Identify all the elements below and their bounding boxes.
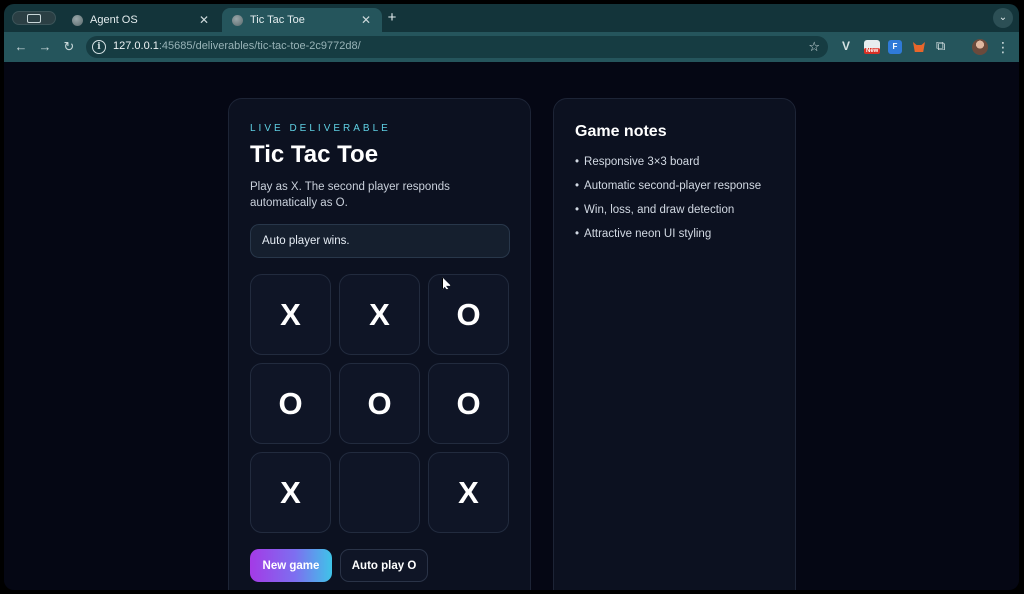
board-cell-5[interactable]: O: [339, 363, 420, 444]
tab-label: Tic Tac Toe: [250, 14, 305, 26]
game-description: Play as X. The second player responds au…: [250, 181, 450, 209]
board-cell-8[interactable]: [339, 452, 420, 533]
close-icon[interactable]: ✕: [360, 13, 372, 27]
menu-kebab-icon[interactable]: ⋮: [996, 39, 1010, 55]
bullet-icon: •: [575, 228, 580, 240]
list-item: • Responsive 3×3 board: [575, 155, 761, 179]
tab-label: Agent OS: [90, 14, 138, 26]
board-cell-9[interactable]: X: [428, 452, 509, 533]
new-badge: New: [864, 48, 881, 54]
url-text[interactable]: 127.0.0.1:45685/deliverables/tic-tac-toe…: [113, 40, 361, 52]
address-bar[interactable]: i 127.0.0.1:45685/deliverables/tic-tac-t…: [86, 36, 828, 58]
browser-window: Agent OS ✕ Tic Tac Toe ✕ + ⌄ ← → ↻ i 127…: [4, 4, 1019, 590]
notes-list: • Responsive 3×3 board • Automatic second-…: [575, 155, 761, 251]
tab-search-button[interactable]: ⌄: [993, 8, 1013, 28]
notes-card: Game notes • Responsive 3×3 board • Automa…: [553, 98, 796, 590]
tab-tic-tac-toe[interactable]: Tic Tac Toe ✕: [222, 8, 382, 32]
globe-icon: [72, 14, 83, 26]
list-item: • Automatic second-player response: [575, 179, 761, 203]
globe-icon: [232, 14, 243, 26]
note-text: Automatic second-player response: [584, 180, 762, 192]
browser-toolbar: ← → ↻ i 127.0.0.1:45685/deliverables/tic…: [4, 32, 1019, 62]
eyebrow-label: LIVE DELIVERABLE: [250, 123, 391, 134]
auto-play-button[interactable]: Auto play O: [340, 549, 428, 582]
extensions-puzzle-icon[interactable]: ⧉: [936, 38, 950, 53]
url-path: :45685/deliverables/tic-tac-toe-2c9772d8…: [158, 40, 361, 52]
board-cell-6[interactable]: O: [428, 363, 509, 444]
board-cell-1[interactable]: X: [250, 274, 331, 355]
page-content: LIVE DELIVERABLE Tic Tac Toe Play as X. …: [4, 62, 1019, 590]
url-host: 127.0.0.1: [113, 40, 159, 52]
bullet-icon: •: [575, 180, 580, 192]
note-text: Win, loss, and draw detection: [584, 204, 735, 216]
bullet-icon: •: [575, 156, 580, 168]
reload-button[interactable]: ↻: [60, 38, 78, 56]
f-extension-icon[interactable]: F: [888, 40, 902, 54]
fox-extension-icon[interactable]: [912, 40, 926, 54]
tab-agent-os[interactable]: Agent OS ✕: [62, 8, 220, 32]
game-card: LIVE DELIVERABLE Tic Tac Toe Play as X. …: [228, 98, 531, 590]
window-icon: [27, 14, 41, 23]
list-item: • Attractive neon UI styling: [575, 227, 761, 251]
tab-strip: Agent OS ✕ Tic Tac Toe ✕ + ⌄: [4, 4, 1019, 32]
vue-extension-icon[interactable]: V: [842, 39, 856, 53]
note-text: Responsive 3×3 board: [584, 156, 700, 168]
bookmark-star-icon[interactable]: ☆: [808, 39, 820, 55]
close-icon[interactable]: ✕: [198, 13, 210, 27]
game-board: X X O O O O X X: [250, 274, 511, 535]
news-extension-icon[interactable]: New: [864, 40, 881, 54]
notes-title: Game notes: [575, 123, 667, 140]
profile-avatar[interactable]: [972, 39, 988, 55]
board-cell-3[interactable]: O: [428, 274, 509, 355]
forward-button[interactable]: →: [36, 38, 54, 56]
new-tab-button[interactable]: +: [384, 10, 400, 26]
new-game-button[interactable]: New game: [250, 549, 332, 582]
page-title: Tic Tac Toe: [250, 141, 379, 168]
status-message: Auto player wins.: [250, 224, 510, 258]
board-cell-7[interactable]: X: [250, 452, 331, 533]
board-cell-2[interactable]: X: [339, 274, 420, 355]
back-button[interactable]: ←: [12, 38, 30, 56]
bullet-icon: •: [575, 204, 580, 216]
board-cell-4[interactable]: O: [250, 363, 331, 444]
list-item: • Win, loss, and draw detection: [575, 203, 761, 227]
site-info-icon[interactable]: i: [92, 40, 106, 54]
window-switcher-button[interactable]: [12, 11, 56, 25]
note-text: Attractive neon UI styling: [584, 228, 712, 240]
